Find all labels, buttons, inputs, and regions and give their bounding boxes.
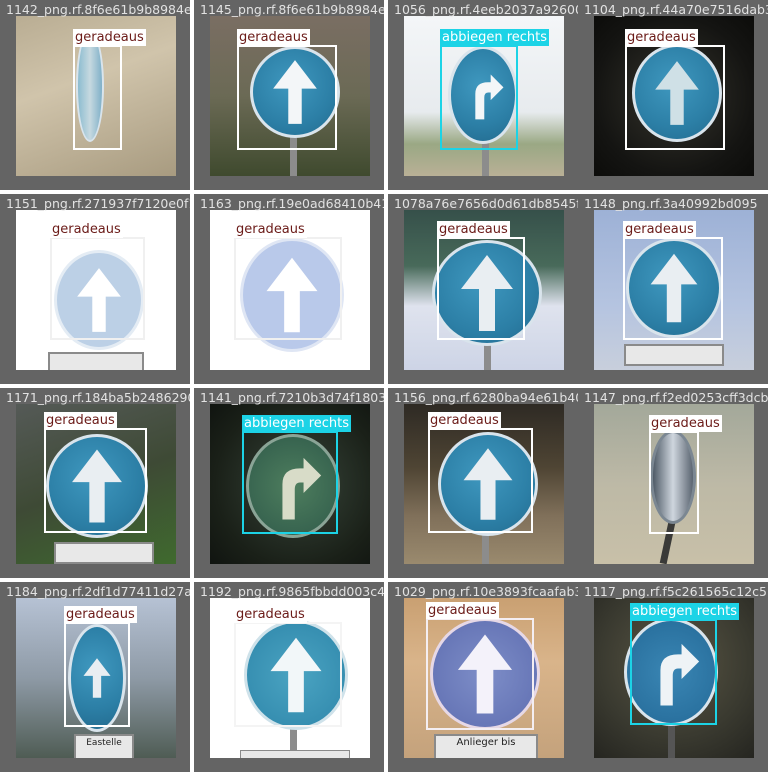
- detection-label: abbiegen rechts: [440, 29, 550, 46]
- tile-filename: 1163_png.rf.19e0ad68410b41e07: [200, 196, 384, 211]
- sign-pole: [482, 534, 489, 564]
- tile-5: 1151_png.rf.271937f7120e0f188f8ffcff9d0a…: [0, 194, 190, 384]
- detection-box: geradeaus: [50, 221, 145, 340]
- tile-filename: 1184_png.rf.2df1d77411d27a8: [6, 584, 190, 599]
- detection-label: geradeaus: [44, 412, 117, 429]
- tile-4: 1104_png.rf.44a70e7516dab377 geradeaus: [578, 0, 768, 190]
- detection-label: abbiegen rechts: [242, 415, 352, 432]
- sign-pole: [484, 342, 491, 370]
- tile-filename: 1147_png.rf.f2ed0253cff3dcb: [584, 390, 768, 405]
- detection-label: geradeaus: [73, 29, 146, 46]
- detection-label: geradeaus: [234, 606, 307, 623]
- tile-filename: 1151_png.rf.271937f7120e0f188f8ffcff9d0a…: [6, 196, 190, 211]
- sign-plate: [48, 352, 144, 370]
- tile-filename: 1171_png.rf.184ba5b2486290f1: [6, 390, 190, 405]
- tile-6: 1163_png.rf.19e0ad68410b41e07 geradeaus: [194, 194, 384, 384]
- tile-1: 1142_png.rf.8f6e61b9b8984e33f0f04f1fc55b…: [0, 0, 190, 190]
- detection-box: geradeaus: [428, 412, 533, 533]
- detection-box: abbiegen rechts: [630, 603, 740, 725]
- tile-3: 1056_png.rf.4eeb2037a92600a64184_png.rf.…: [388, 0, 578, 190]
- detection-box: geradeaus: [64, 606, 137, 727]
- tile-filename: 1141_png.rf.7210b3d74f1803fe3a9: [200, 390, 384, 405]
- sign-plate: [240, 750, 350, 758]
- detection-box: geradeaus: [623, 221, 723, 340]
- tile-11: 1156_png.rf.6280ba94e61b401 geradeaus: [388, 388, 578, 578]
- detection-label: geradeaus: [437, 221, 510, 238]
- sign-plate: Eastelle: [74, 734, 134, 758]
- tile-14: 1192_png.rf.9865fbbdd003c4295 geradeaus: [194, 582, 384, 772]
- detection-box: geradeaus: [649, 415, 722, 534]
- detection-label: geradeaus: [50, 221, 123, 238]
- tile-filename: 1029_png.rf.10e3893fcaafab3: [394, 584, 578, 599]
- detection-label: geradeaus: [649, 415, 722, 432]
- detection-label: abbiegen rechts: [630, 603, 740, 620]
- detection-box: geradeaus: [73, 29, 146, 150]
- tile-filename: 1145_png.rf.8f6e61b9b8984e33f0f04f1fc55b…: [200, 2, 384, 17]
- detection-label: geradeaus: [428, 412, 501, 429]
- detection-label: geradeaus: [234, 221, 307, 238]
- tile-filename: 1104_png.rf.44a70e7516dab377: [584, 2, 768, 17]
- tile-8: 1148_png.rf.3a40992bd095 geradeaus: [578, 194, 768, 384]
- tile-7: 1078a76e7656d0d61db8545f geradeaus: [388, 194, 578, 384]
- detection-box: geradeaus: [625, 29, 725, 150]
- detection-box: geradeaus: [426, 602, 534, 730]
- detection-label: geradeaus: [426, 602, 499, 619]
- tile-2: 1145_png.rf.8f6e61b9b8984e33f0f04f1fc55b…: [194, 0, 384, 190]
- tile-16: 1117_png.rf.f5c261565c12c5 abbiegen rech…: [578, 582, 768, 772]
- sign-plate: [624, 344, 724, 366]
- tile-9: 1171_png.rf.184ba5b2486290f1 geradeaus: [0, 388, 190, 578]
- sign-pole: [668, 722, 675, 758]
- detection-box: geradeaus: [234, 221, 342, 340]
- tile-filename: 1056_png.rf.4eeb2037a92600a64184_png.rf.…: [394, 2, 578, 17]
- tile-filename: 1192_png.rf.9865fbbdd003c4295: [200, 584, 384, 599]
- detection-label: geradeaus: [64, 606, 137, 623]
- tile-filename: 1117_png.rf.f5c261565c12c5: [584, 584, 767, 599]
- detection-box: geradeaus: [237, 29, 337, 150]
- tile-filename: 1148_png.rf.3a40992bd095: [584, 196, 758, 211]
- tile-filename: 1156_png.rf.6280ba94e61b401: [394, 390, 578, 405]
- detection-box: geradeaus: [44, 412, 147, 533]
- image-grid: 1142_png.rf.8f6e61b9b8984e33f0f04f1fc55b…: [0, 0, 768, 772]
- sign-plate: [54, 542, 154, 564]
- detection-label: geradeaus: [625, 29, 698, 46]
- tile-13: 1184_png.rf.2df1d77411d27a8 Eastelle ger…: [0, 582, 190, 772]
- tile-15: 1029_png.rf.10e3893fcaafab3 Anlieger bis…: [388, 582, 578, 772]
- detection-label: geradeaus: [237, 29, 310, 46]
- tile-10: 1141_png.rf.7210b3d74f1803fe3a9 abbiegen…: [194, 388, 384, 578]
- detection-box: abbiegen rechts: [440, 29, 550, 150]
- detection-box: geradeaus: [437, 221, 525, 340]
- sign-plate: Anlieger bis: [434, 734, 538, 758]
- detection-box: geradeaus: [234, 606, 342, 727]
- tile-filename: 1142_png.rf.8f6e61b9b8984e33f0f04f1fc55b…: [6, 2, 190, 17]
- tile-12: 1147_png.rf.f2ed0253cff3dcb geradeaus: [578, 388, 768, 578]
- tile-filename: 1078a76e7656d0d61db8545f: [394, 196, 578, 211]
- detection-box: abbiegen rechts: [242, 415, 352, 534]
- detection-label: geradeaus: [623, 221, 696, 238]
